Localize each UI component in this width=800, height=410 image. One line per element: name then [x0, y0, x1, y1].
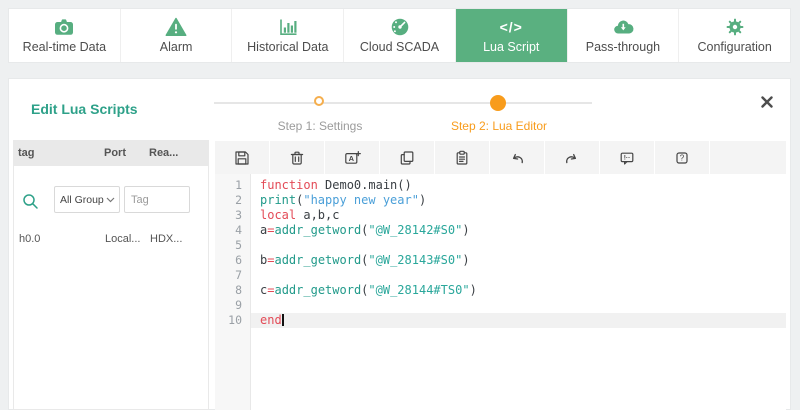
line-number: 9: [215, 298, 250, 313]
group-select[interactable]: All Group: [54, 186, 120, 213]
alarm-icon: [165, 17, 187, 37]
tag-table-body: All Group h0.0 Local... HDX...: [13, 166, 209, 410]
line-number: 10: [215, 313, 250, 328]
save-icon: [233, 149, 251, 167]
column-header-read: Rea...: [149, 147, 209, 159]
undo-button[interactable]: [490, 141, 544, 174]
line-number: 6: [215, 253, 250, 268]
camera-icon: [53, 17, 75, 37]
step-1-label[interactable]: Step 1: Settings: [278, 119, 363, 133]
comment-icon: !··: [618, 149, 636, 167]
tab-historical-data[interactable]: Historical Data: [232, 9, 344, 62]
code-line[interactable]: end: [251, 313, 786, 328]
tab-lua-script[interactable]: </> Lua Script: [456, 9, 568, 62]
chevron-down-icon: [106, 197, 115, 203]
tab-label: Alarm: [160, 40, 193, 54]
bar-chart-icon: [277, 17, 299, 37]
svg-text:!··: !··: [624, 154, 631, 161]
column-header-tag: tag: [13, 147, 104, 159]
help-button[interactable]: ?: [655, 141, 709, 174]
code-area: 12345678910 function Demo0.main()print("…: [215, 174, 786, 410]
tab-pass-through[interactable]: Pass-through: [568, 9, 680, 62]
code-line[interactable]: a=addr_getword("@W_28142#S0"): [251, 223, 786, 238]
page-title: Edit Lua Scripts: [31, 101, 138, 117]
font-size-icon: A: [343, 149, 361, 167]
lua-code-editor: A: [215, 141, 786, 410]
code-line[interactable]: [251, 238, 786, 253]
code-line[interactable]: b=addr_getword("@W_28143#S0"): [251, 253, 786, 268]
line-number: 3: [215, 208, 250, 223]
tab-label: Historical Data: [247, 40, 328, 54]
cell-port: Local...: [105, 233, 150, 245]
code-line[interactable]: [251, 298, 786, 313]
gutter: 12345678910: [215, 174, 251, 410]
column-header-port: Port: [104, 147, 149, 159]
paste-icon: [453, 149, 471, 167]
code-line[interactable]: [251, 268, 786, 283]
copy-icon: [398, 149, 416, 167]
delete-icon: [288, 149, 306, 167]
tag-table: tag Port Rea... All Group h0.0 Local... …: [13, 140, 209, 410]
code-lines[interactable]: function Demo0.main()print("happy new ye…: [251, 174, 786, 410]
line-number: 4: [215, 223, 250, 238]
tab-label: Lua Script: [483, 40, 539, 54]
delete-button[interactable]: [270, 141, 324, 174]
code-line[interactable]: c=addr_getword("@W_28144#TS0"): [251, 283, 786, 298]
step-2-label[interactable]: Step 2: Lua Editor: [451, 119, 547, 133]
code-line[interactable]: function Demo0.main(): [251, 178, 786, 193]
comment-button[interactable]: !··: [600, 141, 654, 174]
tab-configuration[interactable]: Configuration: [679, 9, 790, 62]
group-select-value: All Group: [60, 194, 104, 206]
line-number: 8: [215, 283, 250, 298]
line-number: 5: [215, 238, 250, 253]
gauge-icon: [389, 17, 411, 37]
tab-label: Configuration: [697, 40, 771, 54]
text-cursor: [282, 314, 284, 326]
stepper-line: [214, 102, 592, 104]
code-line[interactable]: local a,b,c: [251, 208, 786, 223]
redo-icon: [563, 149, 581, 167]
paste-button[interactable]: [435, 141, 489, 174]
line-number: 7: [215, 268, 250, 283]
code-line[interactable]: print("happy new year"): [251, 193, 786, 208]
tab-cloud-scada[interactable]: Cloud SCADA: [344, 9, 456, 62]
step-1-node[interactable]: [314, 96, 324, 106]
help-icon: ?: [673, 149, 691, 167]
close-button[interactable]: [760, 95, 774, 109]
tab-alarm[interactable]: Alarm: [121, 9, 233, 62]
svg-text:A: A: [349, 154, 355, 163]
line-number: 2: [215, 193, 250, 208]
step-2-node[interactable]: [490, 95, 506, 111]
line-number: 1: [215, 178, 250, 193]
editor-toolbar: A: [215, 141, 786, 174]
close-icon: [760, 95, 774, 109]
cloud-download-icon: [612, 17, 634, 37]
toolbar-filler: [710, 141, 786, 174]
gear-icon: [724, 17, 746, 37]
undo-icon: [508, 149, 526, 167]
tab-realtime-data[interactable]: Real-time Data: [9, 9, 121, 62]
tab-label: Real-time Data: [23, 40, 106, 54]
stepper: Step 1: Settings Step 2: Lua Editor: [214, 93, 592, 139]
tab-label: Pass-through: [586, 40, 660, 54]
tab-label: Cloud SCADA: [360, 40, 439, 54]
cell-read: HDX...: [150, 233, 208, 245]
save-button[interactable]: [215, 141, 269, 174]
tag-table-header: tag Port Rea...: [13, 140, 209, 166]
search-icon[interactable]: [21, 192, 40, 216]
tag-filter-input[interactable]: [124, 186, 190, 213]
copy-button[interactable]: [380, 141, 434, 174]
top-tab-bar: Real-time Data Alarm Historical Data: [8, 8, 791, 63]
font-size-button[interactable]: A: [325, 141, 379, 174]
code-icon: </>: [500, 17, 523, 37]
table-row[interactable]: h0.0 Local... HDX...: [14, 228, 208, 250]
redo-button[interactable]: [545, 141, 599, 174]
svg-text:?: ?: [680, 153, 685, 162]
cell-tag: h0.0: [14, 233, 105, 245]
